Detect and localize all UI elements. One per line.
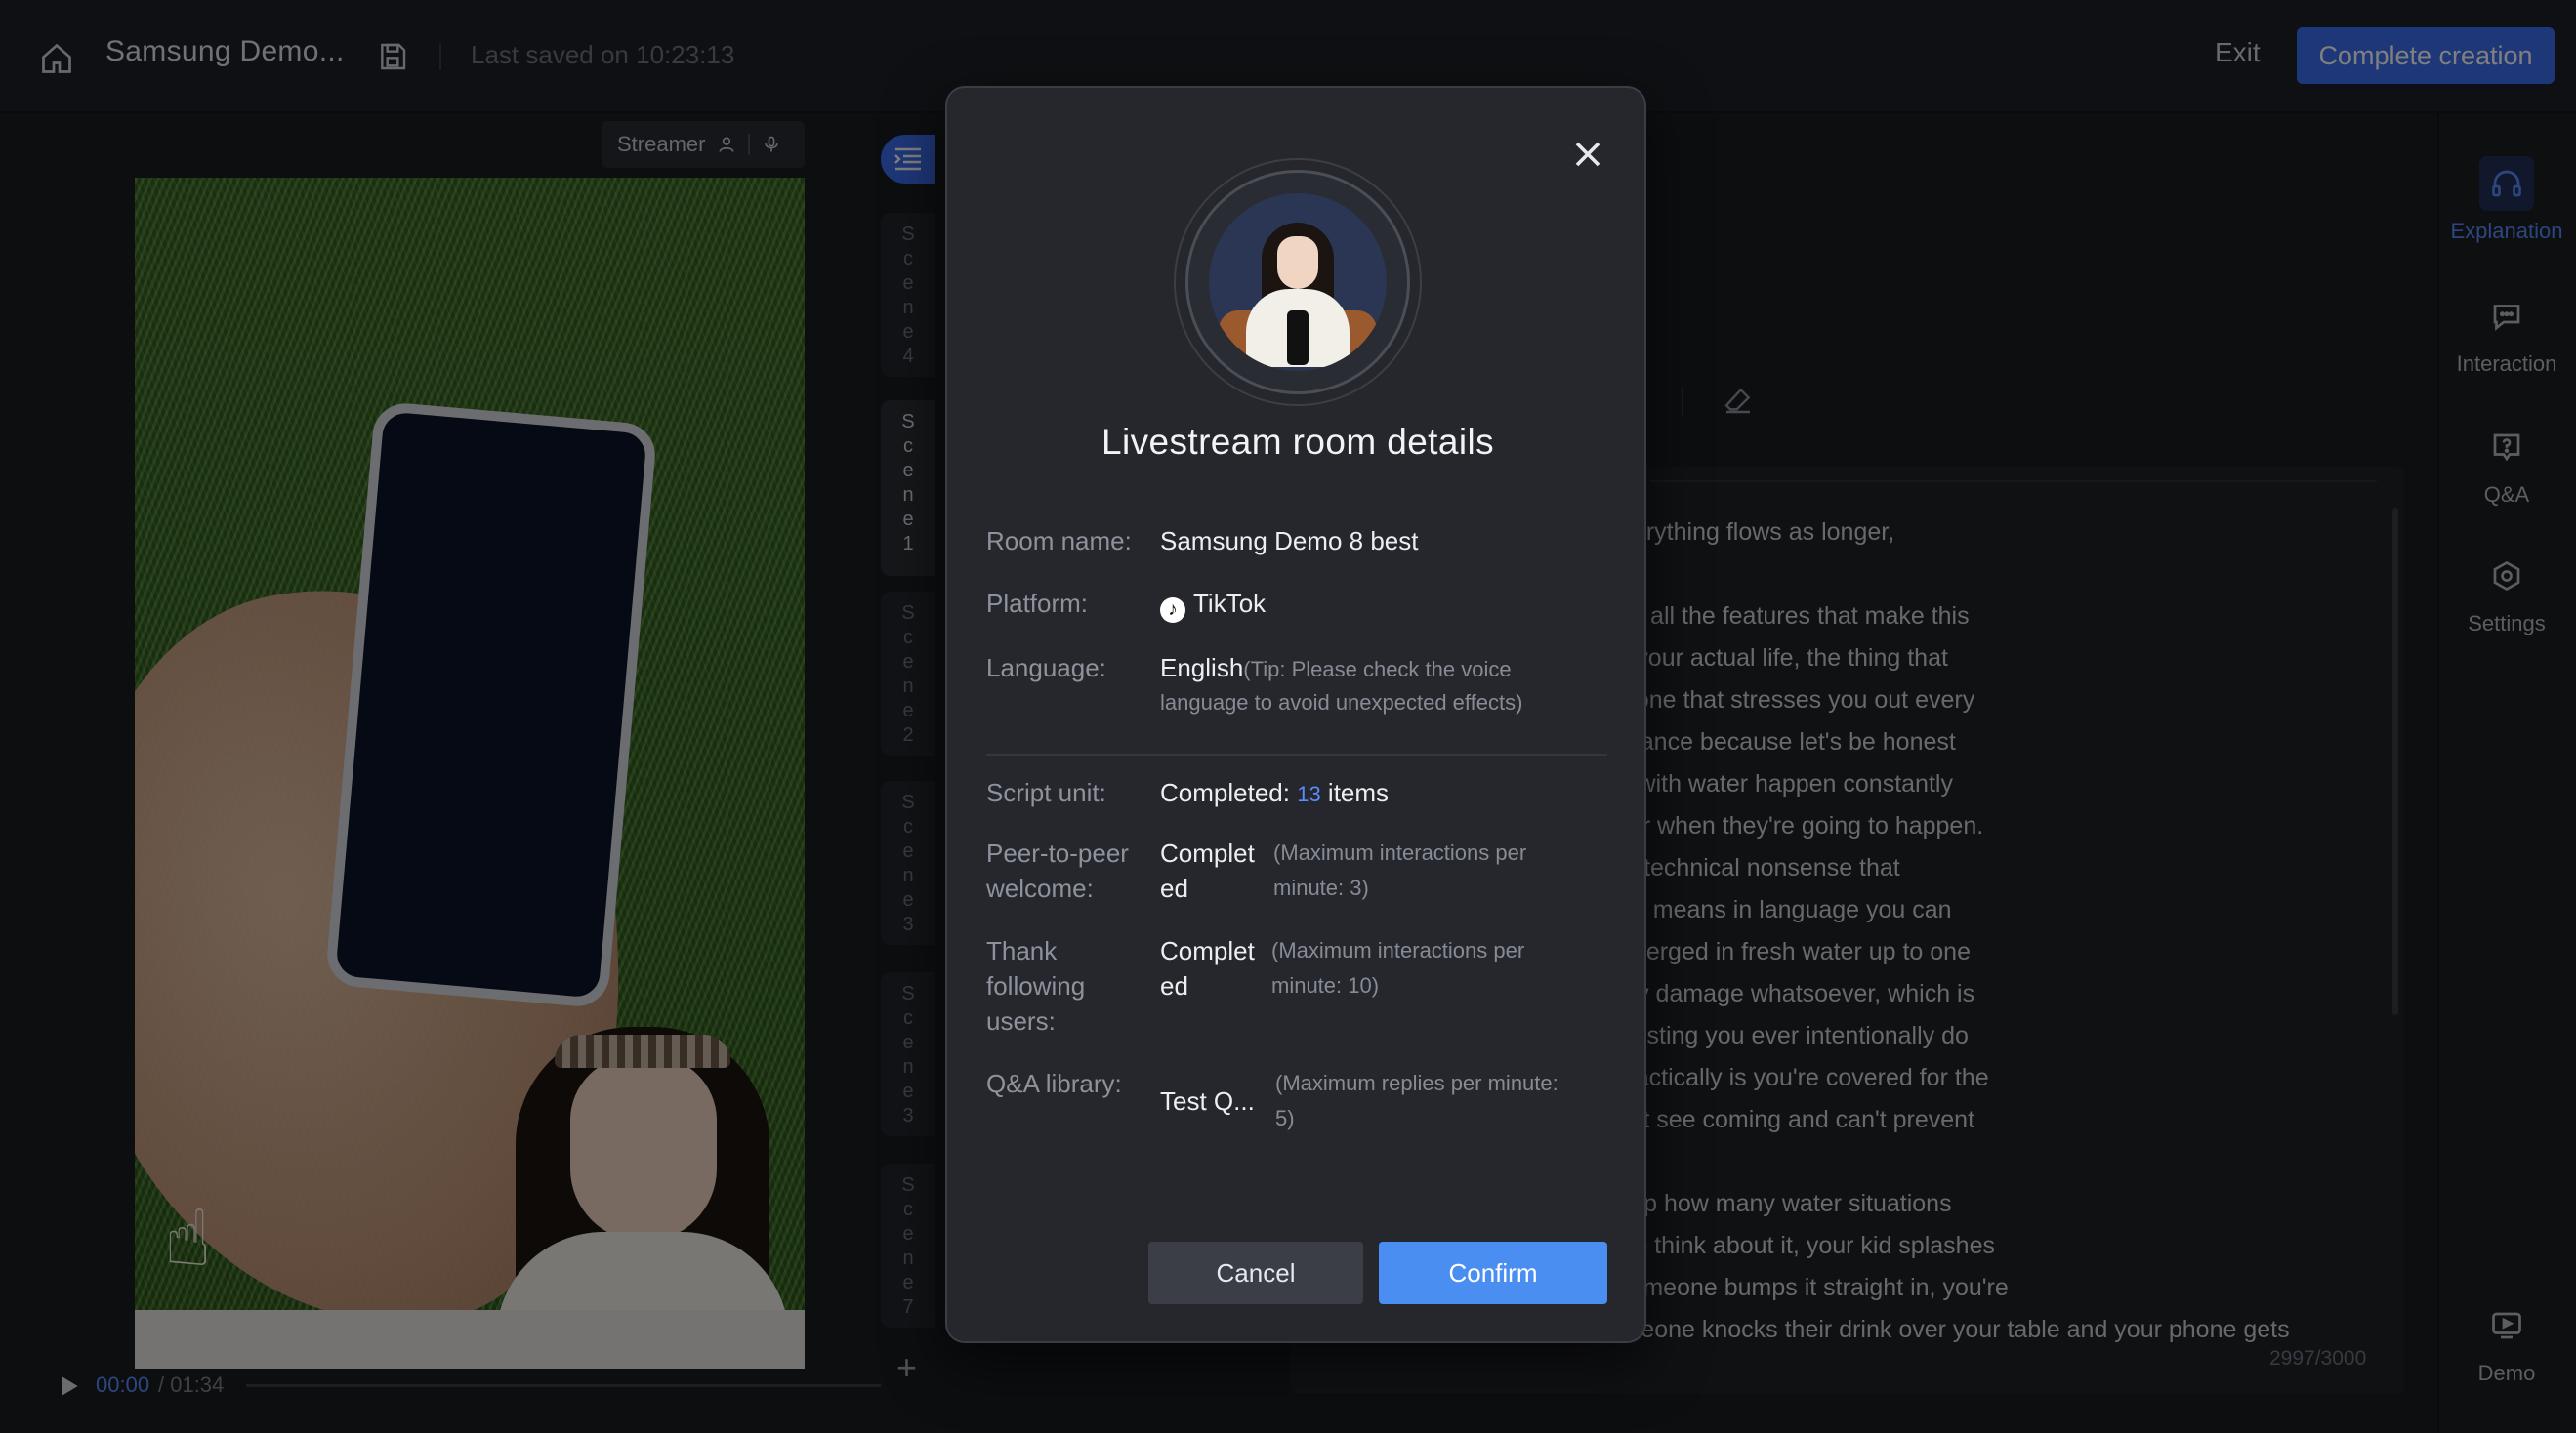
tiktok-icon: ♪ [1160, 597, 1185, 623]
peer-welcome-tip-1: (Maximum interactions per [1273, 840, 1527, 865]
peer-welcome-label-2: welcome: [986, 874, 1094, 903]
platform-value: ♪ TikTok [1160, 586, 1266, 623]
script-unit-label: Script unit: [986, 778, 1106, 807]
platform-label: Platform: [986, 589, 1089, 618]
thank-following-value-2: ed [1160, 971, 1188, 1001]
room-name-value: Samsung Demo 8 best [1160, 526, 1419, 555]
peer-welcome-value-1: Complet [1160, 839, 1255, 868]
thank-following-tip-2: minute: 10) [1271, 973, 1380, 998]
language-value: English(Tip: Please check the voice [1160, 650, 1512, 687]
platform-name: TikTok [1193, 589, 1267, 618]
peer-welcome-label-1: Peer-to-peer [986, 839, 1129, 868]
thank-following-label-3: users: [986, 1006, 1056, 1036]
thank-following-label-2: following [986, 971, 1086, 1001]
script-status: Completed: [1160, 778, 1290, 807]
peer-welcome-value-2: ed [1160, 874, 1188, 903]
qa-library-tip-1: (Maximum replies per minute: [1275, 1071, 1558, 1095]
confirm-button[interactable]: Confirm [1379, 1242, 1607, 1304]
script-count: 13 [1297, 782, 1321, 806]
language-tip: (Tip: Please check the voice [1243, 657, 1512, 681]
close-icon[interactable] [1566, 133, 1609, 176]
room-name-label: Room name: [986, 526, 1132, 555]
script-unit-value: Completed: 13 items [1160, 775, 1389, 812]
thank-following-value-1: Complet [1160, 936, 1255, 965]
thank-following-tip-1: (Maximum interactions per [1271, 938, 1525, 962]
qa-library-value: Test Q... [1160, 1086, 1255, 1116]
language-tip-line2: language to avoid unexpected effects) [1160, 690, 1523, 715]
qa-library-tip-2: 5) [1275, 1106, 1295, 1130]
avatar [1209, 193, 1387, 371]
cancel-button[interactable]: Cancel [1148, 1242, 1363, 1304]
divider [986, 754, 1607, 756]
language-label: Language: [986, 653, 1106, 682]
language-name: English [1160, 653, 1244, 682]
thank-following-label-1: Thank [986, 936, 1058, 965]
dialog-title: Livestream room details [1101, 422, 1494, 462]
qa-library-label: Q&A library: [986, 1069, 1122, 1098]
livestream-details-dialog: Livestream room details Room name: Samsu… [945, 86, 1646, 1343]
script-unit-suffix: items [1327, 778, 1390, 807]
peer-welcome-tip-2: minute: 3) [1273, 876, 1369, 900]
